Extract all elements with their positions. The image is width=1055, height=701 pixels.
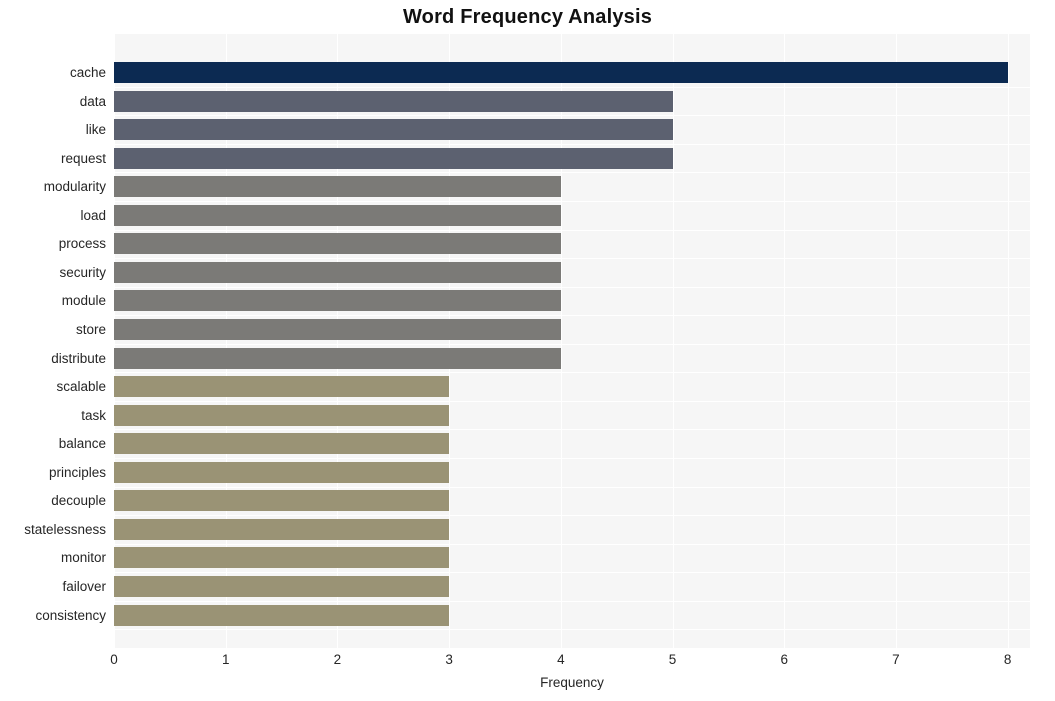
y-tick-label: module bbox=[61, 293, 106, 308]
bar-load bbox=[114, 205, 561, 226]
bar-statelessness bbox=[114, 519, 449, 540]
word-frequency-chart: Word Frequency Analysis cache data like req… bbox=[0, 0, 1055, 701]
bar-scalable bbox=[114, 376, 449, 397]
bar-decouple bbox=[114, 490, 449, 511]
y-tick-label: principles bbox=[48, 465, 106, 480]
y-tick-label: process bbox=[58, 236, 106, 251]
x-tick-label: 5 bbox=[668, 652, 677, 667]
y-tick-label: statelessness bbox=[24, 522, 106, 537]
y-tick-label: request bbox=[60, 151, 106, 166]
bar-cache bbox=[114, 62, 1008, 83]
bar-consistency bbox=[114, 605, 449, 626]
gridline-horizontal bbox=[114, 172, 1030, 173]
x-axis: 0 1 2 3 4 5 6 7 8 bbox=[110, 652, 1030, 672]
bar-data bbox=[114, 91, 673, 112]
x-tick-label: 2 bbox=[333, 652, 342, 667]
gridline-horizontal bbox=[114, 372, 1030, 373]
bar-principles bbox=[114, 462, 449, 483]
gridline-horizontal bbox=[114, 258, 1030, 259]
gridline-horizontal bbox=[114, 201, 1030, 202]
x-tick-label: 8 bbox=[1003, 652, 1012, 667]
y-tick-label: store bbox=[75, 322, 106, 337]
bar-modularity bbox=[114, 176, 561, 197]
gridline-horizontal bbox=[114, 230, 1030, 231]
bar-request bbox=[114, 148, 673, 169]
y-tick-label: like bbox=[85, 122, 106, 137]
gridline-horizontal bbox=[114, 572, 1030, 573]
plot-area bbox=[114, 34, 1030, 648]
y-tick-label: task bbox=[81, 408, 106, 423]
y-tick-label: monitor bbox=[60, 550, 106, 565]
gridline-vertical bbox=[895, 34, 897, 648]
gridline-vertical bbox=[1007, 34, 1009, 648]
gridline-horizontal bbox=[114, 144, 1030, 145]
bar-like bbox=[114, 119, 673, 140]
bar-monitor bbox=[114, 547, 449, 568]
x-tick-label: 7 bbox=[892, 652, 900, 667]
y-tick-label: failover bbox=[62, 579, 106, 594]
gridline-horizontal bbox=[114, 487, 1030, 488]
y-tick-label: data bbox=[79, 94, 106, 109]
x-axis-title: Frequency bbox=[540, 675, 604, 690]
gridline-horizontal bbox=[114, 287, 1030, 288]
y-tick-label: cache bbox=[69, 65, 106, 80]
gridline-horizontal bbox=[114, 115, 1030, 116]
bar-store bbox=[114, 319, 561, 340]
gridline-vertical bbox=[784, 34, 786, 648]
gridline-horizontal bbox=[114, 515, 1030, 516]
gridline-horizontal bbox=[114, 315, 1030, 316]
gridline-horizontal bbox=[114, 429, 1030, 430]
bar-distribute bbox=[114, 348, 561, 369]
x-tick-label: 6 bbox=[780, 652, 788, 667]
x-tick-label: 4 bbox=[557, 652, 565, 667]
x-tick-label: 3 bbox=[445, 652, 453, 667]
gridline-horizontal bbox=[114, 87, 1030, 88]
bar-process bbox=[114, 233, 561, 254]
bar-failover bbox=[114, 576, 449, 597]
y-tick-label: consistency bbox=[35, 608, 106, 623]
bar-balance bbox=[114, 433, 449, 454]
gridline-horizontal bbox=[114, 544, 1030, 545]
y-tick-label: decouple bbox=[51, 493, 106, 508]
y-tick-label: balance bbox=[58, 436, 106, 451]
bar-module bbox=[114, 290, 561, 311]
gridline-horizontal bbox=[114, 629, 1030, 630]
gridline-horizontal bbox=[114, 458, 1030, 459]
gridline-horizontal bbox=[114, 601, 1030, 602]
gridline-horizontal bbox=[114, 344, 1030, 345]
y-tick-label: modularity bbox=[43, 179, 106, 194]
bar-security bbox=[114, 262, 561, 283]
gridline-horizontal bbox=[114, 401, 1030, 402]
y-tick-label: distribute bbox=[51, 351, 106, 366]
y-tick-label: scalable bbox=[56, 379, 106, 394]
chart-title: Word Frequency Analysis bbox=[402, 6, 653, 28]
y-tick-label: security bbox=[59, 265, 106, 280]
y-axis: cache data like request modularity load proces… bbox=[0, 34, 106, 648]
y-tick-label: load bbox=[80, 208, 106, 223]
x-tick-label: 0 bbox=[110, 652, 118, 667]
x-tick-label: 1 bbox=[221, 652, 230, 667]
bar-task bbox=[114, 405, 449, 426]
